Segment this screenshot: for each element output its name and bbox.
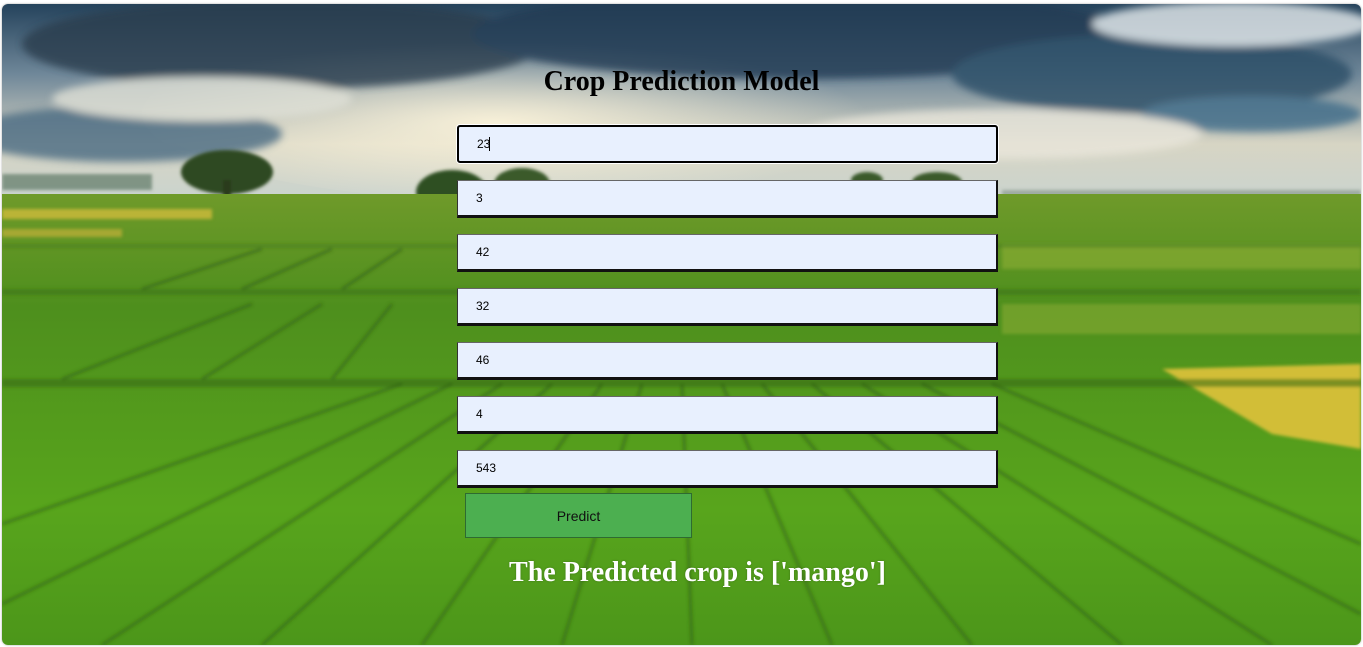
input-field-5[interactable]: [457, 342, 998, 380]
input-field-4[interactable]: [457, 288, 998, 326]
text-cursor: [489, 137, 490, 151]
predict-button[interactable]: Predict: [465, 493, 692, 538]
input-field-6[interactable]: [457, 396, 998, 434]
prediction-result: The Predicted crop is ['mango']: [509, 557, 886, 588]
page-title: Crop Prediction Model: [543, 66, 820, 97]
input-field-7[interactable]: [457, 450, 998, 488]
input-field-2[interactable]: [457, 180, 998, 218]
input-field-1[interactable]: [457, 125, 998, 163]
input-field-3[interactable]: [457, 234, 998, 272]
